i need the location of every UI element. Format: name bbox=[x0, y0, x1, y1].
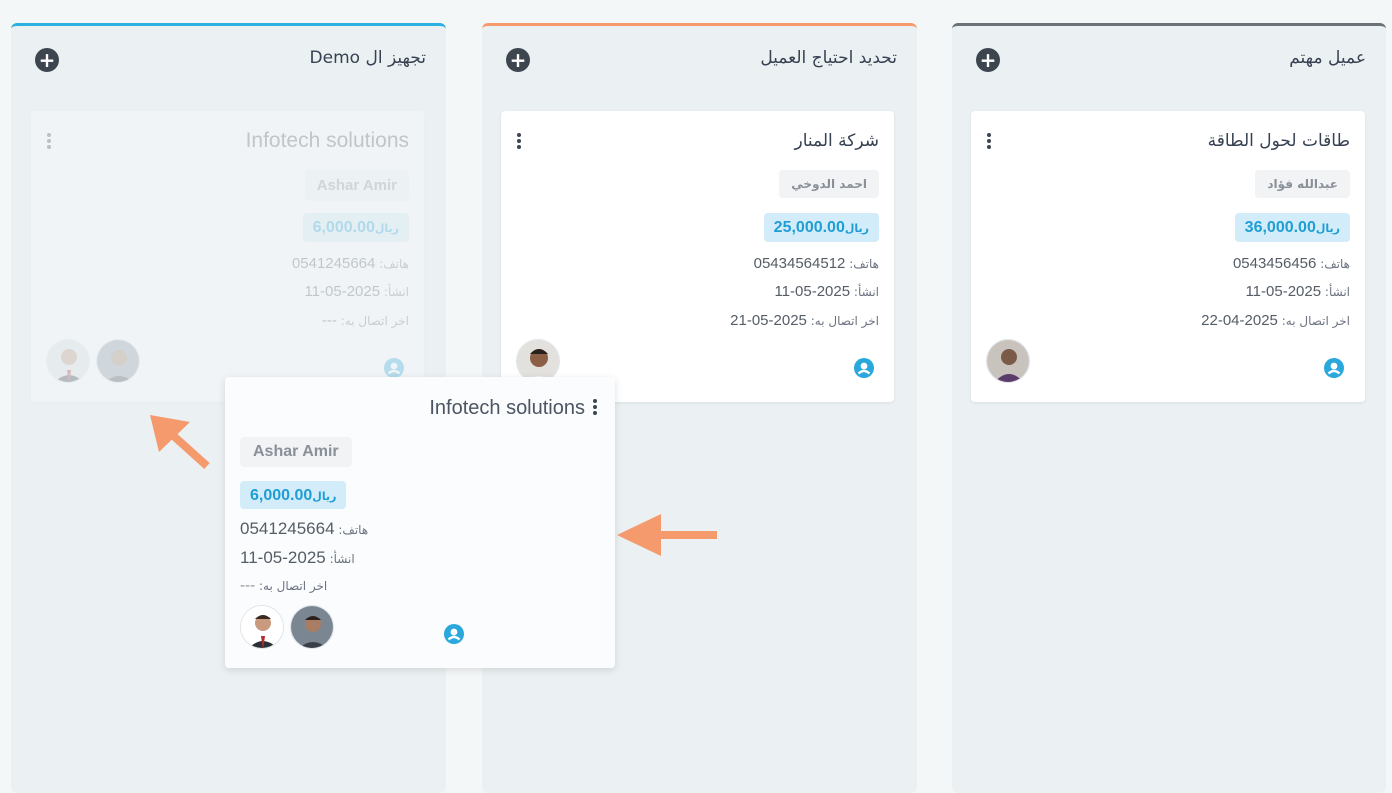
created-row: انشأ: 2025-05-11 bbox=[1245, 283, 1350, 300]
user-circle-icon[interactable] bbox=[444, 624, 464, 644]
kebab-menu-icon[interactable] bbox=[593, 399, 597, 417]
amount-value: 6,000.00 bbox=[250, 487, 313, 504]
column-title: تحديد احتياج العميل bbox=[760, 48, 897, 68]
avatar bbox=[46, 339, 90, 383]
column-title: تجهيز ال Demo bbox=[309, 48, 426, 68]
created-row: انشأ: 2025-05-11 bbox=[774, 283, 879, 300]
last-contact-label: اخر اتصال به: bbox=[1281, 314, 1350, 328]
deal-card-placeholder: Infotech solutions Ashar Amir 6,000.00ري… bbox=[31, 111, 424, 402]
card-title: شركة المنار bbox=[794, 131, 880, 151]
amount-badge: 25,000.00ريال bbox=[763, 213, 879, 242]
phone-row: هاتف: 0541245664 bbox=[292, 255, 409, 272]
last-contact-value: --- bbox=[240, 578, 256, 594]
created-label: انشأ: bbox=[1324, 285, 1350, 299]
avatar[interactable] bbox=[240, 605, 284, 649]
amount-value: 36,000.00 bbox=[1244, 219, 1316, 236]
amount-value: 25,000.00 bbox=[773, 219, 845, 236]
deal-card[interactable]: شركة المنار احمد الدوخي 25,000.00ريال ها… bbox=[501, 111, 894, 402]
currency-label: ريال bbox=[312, 490, 337, 503]
created-label: انشأ: bbox=[853, 285, 879, 299]
last-contact-row: اخر اتصال به: 2025-05-21 bbox=[730, 312, 879, 329]
phone-value: 05434564512 bbox=[753, 255, 846, 272]
last-contact-label: اخر اتصال به: bbox=[340, 314, 409, 328]
card-title: Infotech solutions bbox=[429, 397, 585, 419]
avatar[interactable] bbox=[290, 605, 334, 649]
avatar[interactable] bbox=[986, 339, 1030, 383]
owner-badge: Ashar Amir bbox=[240, 437, 352, 467]
column-interested-client: عميل مهتم + طاقات لحول الطاقة عبدالله فؤ… bbox=[952, 23, 1386, 793]
currency-label: ريال bbox=[374, 222, 399, 235]
phone-label: هاتف: bbox=[338, 523, 369, 537]
phone-row: هاتف: 0543456456 bbox=[1233, 255, 1350, 272]
last-contact-row: اخر اتصال به: 2025-04-22 bbox=[1201, 312, 1350, 329]
phone-label: هاتف: bbox=[1320, 257, 1350, 271]
arrow-icon bbox=[617, 514, 717, 556]
kebab-menu-icon bbox=[47, 133, 51, 151]
last-contact-label: اخر اتصال به: bbox=[258, 579, 328, 593]
phone-value: 0543456456 bbox=[1232, 255, 1317, 272]
user-circle-icon[interactable] bbox=[1324, 358, 1344, 378]
created-value: 2025-05-11 bbox=[304, 283, 381, 300]
avatar bbox=[96, 339, 140, 383]
currency-label: ريال bbox=[844, 222, 869, 235]
user-circle-icon bbox=[384, 358, 404, 378]
owner-badge: Ashar Amir bbox=[304, 170, 409, 201]
amount-value: 6,000.00 bbox=[312, 219, 375, 236]
card-title: طاقات لحول الطاقة bbox=[1207, 131, 1350, 151]
currency-label: ريال bbox=[1315, 222, 1340, 235]
arrow-icon bbox=[150, 415, 210, 469]
last-contact-value: --- bbox=[321, 312, 337, 329]
phone-label: هاتف: bbox=[379, 257, 409, 271]
amount-badge: 6,000.00ريال bbox=[240, 481, 347, 509]
created-value: 2025-05-11 bbox=[1245, 283, 1322, 300]
created-value: 2025-05-11 bbox=[774, 283, 851, 300]
created-row: انشأ: 2025-05-11 bbox=[304, 283, 409, 300]
add-card-plus-icon[interactable]: + bbox=[35, 48, 59, 72]
amount-badge: 6,000.00ريال bbox=[302, 213, 409, 242]
kebab-menu-icon[interactable] bbox=[987, 133, 991, 151]
kebab-menu-icon[interactable] bbox=[517, 133, 521, 151]
column-title: عميل مهتم bbox=[1289, 48, 1366, 68]
phone-row: هاتف: 0541245664 bbox=[240, 519, 368, 539]
amount-badge: 36,000.00ريال bbox=[1234, 213, 1350, 242]
created-value: 2025-05-11 bbox=[240, 548, 326, 567]
owner-badge: احمد الدوخي bbox=[779, 170, 879, 198]
phone-value: 0541245664 bbox=[291, 255, 376, 272]
dragging-deal-card[interactable]: Infotech solutions Ashar Amir 6,000.00ري… bbox=[225, 377, 615, 668]
add-card-plus-icon[interactable]: + bbox=[976, 48, 1000, 72]
user-circle-icon[interactable] bbox=[854, 358, 874, 378]
created-label: انشأ: bbox=[383, 285, 409, 299]
deal-card[interactable]: طاقات لحول الطاقة عبدالله فؤاد 36,000.00… bbox=[971, 111, 1365, 402]
last-contact-row: اخر اتصال به: --- bbox=[240, 578, 327, 594]
add-card-plus-icon[interactable]: + bbox=[506, 48, 530, 72]
owner-badge: عبدالله فؤاد bbox=[1255, 170, 1350, 198]
phone-label: هاتف: bbox=[849, 257, 879, 271]
phone-row: هاتف: 05434564512 bbox=[754, 255, 879, 272]
created-row: انشأ: 2025-05-11 bbox=[240, 548, 355, 568]
created-label: انشأ: bbox=[329, 552, 355, 566]
last-contact-value: 2025-05-21 bbox=[730, 312, 807, 329]
last-contact-value: 2025-04-22 bbox=[1201, 312, 1278, 329]
last-contact-label: اخر اتصال به: bbox=[810, 314, 879, 328]
phone-value: 0541245664 bbox=[240, 519, 335, 538]
last-contact-row: اخر اتصال به: --- bbox=[322, 312, 409, 329]
card-title: Infotech solutions bbox=[245, 129, 409, 152]
